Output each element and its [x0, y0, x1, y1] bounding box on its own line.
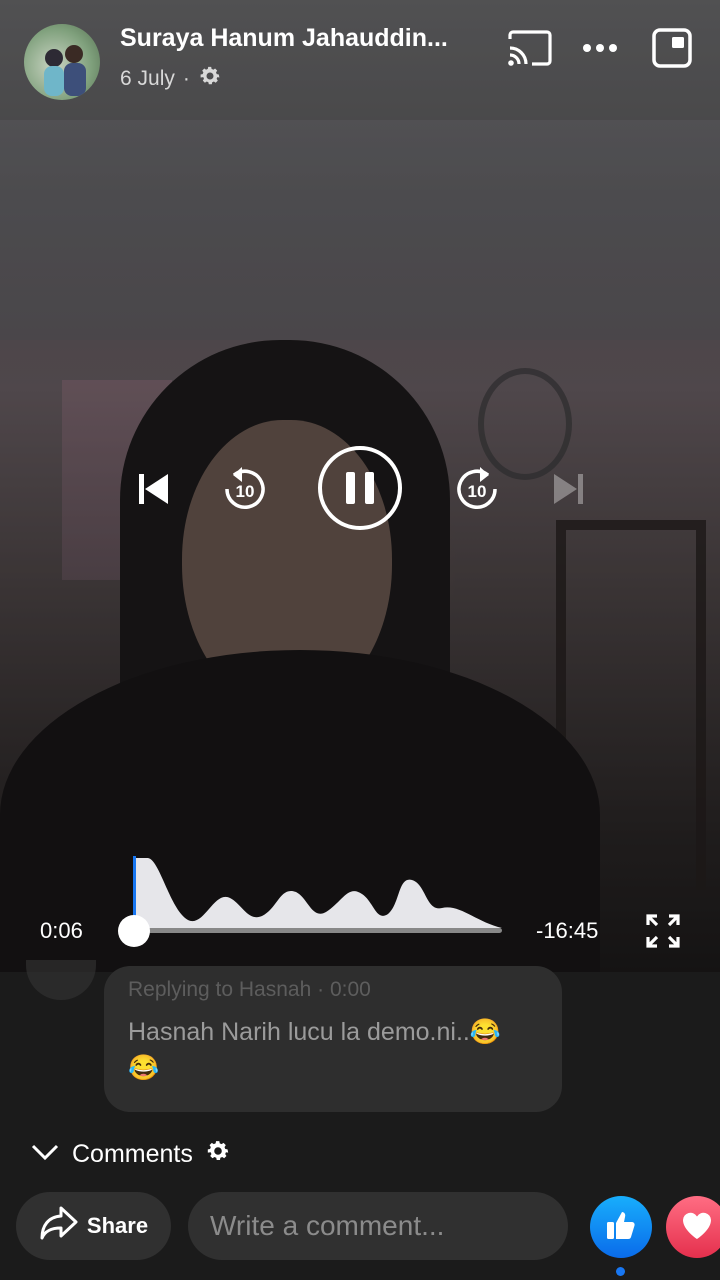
fullscreen-icon[interactable]: [642, 910, 684, 952]
comments-settings-gear-icon[interactable]: [205, 1138, 231, 1171]
more-options-icon[interactable]: [580, 30, 620, 66]
love-reaction-button[interactable]: [666, 1196, 720, 1258]
comments-label: Comments: [72, 1140, 193, 1168]
post-date[interactable]: 6 July: [120, 67, 175, 91]
remaining-time: -16:45: [536, 918, 599, 943]
share-label: Share: [86, 1213, 149, 1238]
comment-author[interactable]: Hasnah Narih: [128, 1018, 281, 1046]
picture-in-picture-icon[interactable]: [650, 26, 694, 70]
post-meta: 6 July ·: [120, 64, 222, 94]
meta-separator: ·: [182, 67, 190, 90]
seek-handle[interactable]: [118, 915, 150, 947]
comment-body: Hasnah Narih lucu la demo.ni..😂 😂: [128, 1014, 548, 1086]
previous-icon[interactable]: [132, 468, 174, 510]
elapsed-time: 0:06: [40, 918, 83, 943]
audio-waveform: [133, 856, 502, 928]
replying-to-label: Replying to Hasnah · 0:00: [128, 978, 371, 1002]
author-avatar[interactable]: [24, 24, 100, 100]
next-icon: [548, 468, 590, 510]
active-reaction-indicator: [616, 1267, 625, 1276]
like-reaction-button[interactable]: [590, 1196, 652, 1258]
replying-to-text: Replying to Hasnah: [128, 978, 312, 1001]
reply-meta-separator: ·: [317, 978, 325, 1001]
heart-icon: [680, 1209, 714, 1246]
playback-controls: 10 10: [0, 440, 720, 540]
comment-input[interactable]: Write a comment...: [188, 1192, 568, 1260]
post-header: Suraya Hanum Jahauddin... 6 July ·: [0, 0, 720, 120]
share-button[interactable]: Share: [16, 1192, 171, 1260]
rewind-10-icon[interactable]: 10: [220, 462, 270, 516]
forward-10-icon[interactable]: 10: [452, 462, 502, 516]
svg-text:10: 10: [468, 482, 487, 501]
seek-bar[interactable]: [134, 928, 502, 933]
comments-header[interactable]: Comments: [30, 1138, 231, 1171]
chevron-down-icon: [30, 1140, 60, 1169]
laughing-emoji: 😂: [128, 1054, 160, 1082]
svg-text:10: 10: [236, 482, 255, 501]
author-name[interactable]: Suraya Hanum Jahauddin...: [120, 24, 470, 53]
thumbs-up-icon: [604, 1208, 638, 1247]
reply-time: 0:00: [329, 978, 371, 1001]
pause-button[interactable]: [316, 444, 404, 532]
cast-icon[interactable]: [504, 28, 556, 68]
share-arrow-icon: [39, 1205, 79, 1247]
privacy-gear-icon: [198, 64, 222, 94]
laughing-emoji: 😂: [469, 1018, 501, 1046]
comment-text: lucu la demo.ni..: [287, 1018, 470, 1046]
